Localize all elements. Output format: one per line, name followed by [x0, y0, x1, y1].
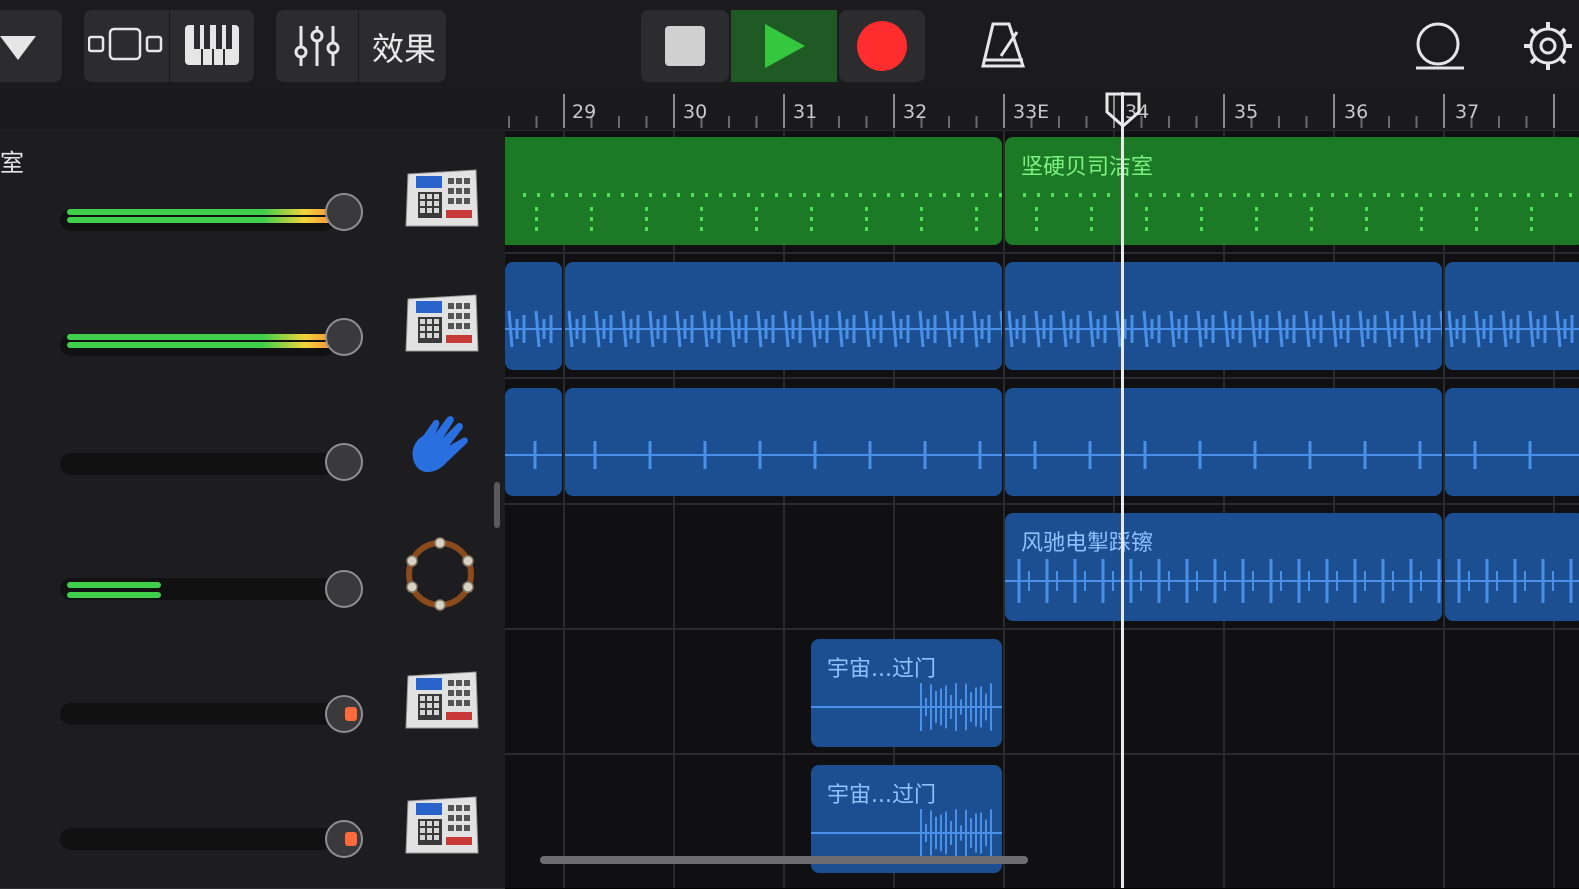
- ruler-label: 30: [683, 101, 708, 123]
- ruler-label: 35: [1234, 101, 1259, 123]
- level-meter: [67, 342, 347, 348]
- level-meter: [67, 334, 347, 340]
- volume-slider[interactable]: [60, 828, 335, 850]
- tambourine-icon: [406, 537, 474, 611]
- waveform: [1005, 441, 1442, 469]
- volume-knob[interactable]: [325, 695, 363, 733]
- drum-machine-icon: [405, 294, 479, 352]
- toolbar: 效果: [0, 0, 1579, 92]
- waveform: [811, 683, 1002, 731]
- level-meter: [67, 209, 347, 215]
- ruler-label: 31: [793, 101, 818, 123]
- playhead-handle-icon[interactable]: [1104, 92, 1142, 130]
- level-meter: [67, 582, 161, 588]
- audio-region[interactable]: [1005, 262, 1442, 370]
- metronome-icon[interactable]: [979, 20, 1029, 70]
- drum-machine-icon: [405, 671, 479, 729]
- drum-machine-icon: [405, 796, 479, 854]
- audio-region[interactable]: [505, 388, 562, 496]
- hand-clap-icon: [412, 416, 468, 473]
- waveform: [1445, 559, 1579, 603]
- volume-knob[interactable]: [325, 443, 363, 481]
- midi-notes: [1023, 193, 1572, 231]
- fill-region[interactable]: 宇宙...过门: [811, 639, 1002, 747]
- tracks-view-button[interactable]: [84, 10, 169, 82]
- track-list-scrollbar[interactable]: [494, 482, 500, 528]
- triangle-down-icon: [0, 36, 36, 60]
- volume-knob[interactable]: [325, 570, 363, 608]
- ruler-label: 32: [903, 101, 928, 123]
- hihat-region[interactable]: 风驰电掣踩镲: [1005, 513, 1442, 621]
- ruler-label: 33E: [1013, 101, 1050, 123]
- waveform: [565, 441, 1002, 469]
- track-name: 室: [0, 149, 24, 177]
- ruler-label: 36: [1344, 101, 1369, 123]
- waveform: [1445, 310, 1579, 348]
- level-meter: [67, 217, 347, 223]
- playhead[interactable]: [1121, 92, 1124, 888]
- record-button[interactable]: [839, 10, 925, 82]
- waveform: [1445, 441, 1579, 469]
- volume-slider[interactable]: [60, 453, 335, 475]
- hihat-region[interactable]: [1445, 513, 1579, 621]
- volume-knob[interactable]: [325, 820, 363, 858]
- ruler-label: 29: [572, 101, 597, 123]
- tracks-view-icon: [88, 27, 163, 61]
- loop-browser-icon[interactable]: [1410, 18, 1470, 74]
- drummer-region[interactable]: [505, 137, 1002, 245]
- play-button[interactable]: [731, 10, 837, 82]
- timeline-area[interactable]: 29 30 31 32 33E 34 35 36 37 坚硬贝司洁室 风驰电掣踩…: [505, 92, 1579, 888]
- piano-keys-icon: [185, 25, 239, 65]
- mixer-button[interactable]: [276, 10, 358, 82]
- audio-region[interactable]: [1445, 262, 1579, 370]
- ruler-label: 37: [1455, 101, 1480, 123]
- settings-gear-icon[interactable]: [1520, 16, 1579, 76]
- mixer-sliders-icon: [294, 26, 340, 66]
- track-menu-button[interactable]: [0, 10, 62, 82]
- play-icon: [765, 24, 805, 68]
- effects-button[interactable]: 效果: [372, 24, 436, 70]
- audio-region[interactable]: [505, 262, 562, 370]
- ruler[interactable]: 29 30 31 32 33E 34 35 36 37: [505, 92, 1579, 131]
- volume-knob[interactable]: [325, 193, 363, 231]
- volume-slider[interactable]: [60, 703, 335, 725]
- drummer-region[interactable]: 坚硬贝司洁室: [1005, 137, 1579, 245]
- audio-region[interactable]: [1005, 388, 1442, 496]
- stop-button[interactable]: [641, 10, 729, 82]
- timeline-scrollbar[interactable]: [540, 856, 1028, 864]
- level-meter: [67, 592, 161, 598]
- waveform: [1005, 310, 1442, 348]
- audio-region[interactable]: [565, 388, 1002, 496]
- volume-knob[interactable]: [325, 318, 363, 356]
- waveform: [505, 441, 562, 469]
- keyboard-button[interactable]: [169, 10, 255, 82]
- view-toggle-group: [84, 10, 254, 82]
- midi-notes: [523, 193, 1002, 231]
- waveform: [505, 310, 562, 348]
- waveform: [1005, 559, 1442, 603]
- stop-icon: [665, 26, 705, 66]
- audio-region[interactable]: [1445, 388, 1579, 496]
- drum-machine-icon: [405, 169, 479, 227]
- waveform: [565, 310, 1002, 348]
- audio-region[interactable]: [565, 262, 1002, 370]
- record-icon: [857, 21, 907, 71]
